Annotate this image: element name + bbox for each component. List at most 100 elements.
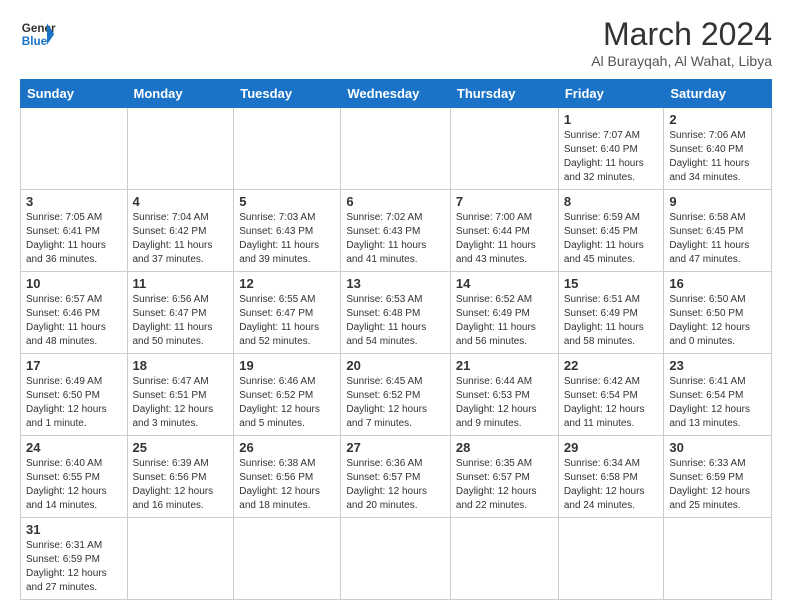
logo: General Blue	[20, 16, 56, 52]
calendar-cell	[127, 518, 234, 600]
calendar-cell	[450, 108, 558, 190]
day-info: Sunrise: 6:41 AMSunset: 6:54 PMDaylight:…	[669, 375, 766, 431]
calendar-week-row: 10 Sunrise: 6:57 AMSunset: 6:46 PMDayligh…	[21, 272, 772, 354]
day-number: 25	[133, 440, 229, 455]
calendar-cell: 8 Sunrise: 6:59 AMSunset: 6:45 PMDaylight…	[558, 190, 664, 272]
day-info: Sunrise: 6:44 AMSunset: 6:53 PMDaylight:…	[456, 375, 553, 431]
calendar-week-row: 31Sunrise: 6:31 AMSunset: 6:59 PMDayligh…	[21, 518, 772, 600]
day-info: Sunrise: 6:56 AMSunset: 6:47 PMDaylight:…	[133, 293, 229, 349]
day-number: 10	[26, 276, 122, 291]
calendar-cell	[341, 108, 451, 190]
day-info: Sunrise: 7:05 AMSunset: 6:41 PMDaylight:…	[26, 211, 122, 267]
day-number: 9	[669, 194, 766, 209]
day-info: Sunrise: 6:34 AMSunset: 6:58 PMDaylight:…	[564, 457, 659, 513]
calendar-cell: 24 Sunrise: 6:40 AMSunset: 6:55 PMDayligh…	[21, 436, 128, 518]
calendar-cell: 4 Sunrise: 7:04 AMSunset: 6:42 PMDaylight…	[127, 190, 234, 272]
calendar-cell: 10 Sunrise: 6:57 AMSunset: 6:46 PMDayligh…	[21, 272, 128, 354]
month-title: March 2024	[591, 16, 772, 53]
day-number: 21	[456, 358, 553, 373]
day-number: 12	[239, 276, 335, 291]
location-subtitle: Al Burayqah, Al Wahat, Libya	[591, 53, 772, 69]
calendar-cell: 22 Sunrise: 6:42 AMSunset: 6:54 PMDayligh…	[558, 354, 664, 436]
day-number: 24	[26, 440, 122, 455]
col-header-thursday: Thursday	[450, 80, 558, 108]
calendar-cell	[234, 518, 341, 600]
day-info: Sunrise: 6:42 AMSunset: 6:54 PMDaylight:…	[564, 375, 659, 431]
day-number: 29	[564, 440, 659, 455]
calendar-cell	[127, 108, 234, 190]
day-info: Sunrise: 7:00 AMSunset: 6:44 PMDaylight:…	[456, 211, 553, 267]
calendar-cell: 9 Sunrise: 6:58 AMSunset: 6:45 PMDaylight…	[664, 190, 772, 272]
day-number: 6	[346, 194, 445, 209]
day-info: Sunrise: 6:36 AMSunset: 6:57 PMDaylight:…	[346, 457, 445, 513]
calendar-cell	[664, 518, 772, 600]
day-number: 13	[346, 276, 445, 291]
title-area: March 2024 Al Burayqah, Al Wahat, Libya	[591, 16, 772, 69]
day-number: 23	[669, 358, 766, 373]
day-number: 14	[456, 276, 553, 291]
calendar-cell: 3 Sunrise: 7:05 AMSunset: 6:41 PMDaylight…	[21, 190, 128, 272]
col-header-wednesday: Wednesday	[341, 80, 451, 108]
day-info: Sunrise: 6:47 AMSunset: 6:51 PMDaylight:…	[133, 375, 229, 431]
day-number: 22	[564, 358, 659, 373]
day-number: 27	[346, 440, 445, 455]
day-number: 26	[239, 440, 335, 455]
day-number: 11	[133, 276, 229, 291]
day-info: Sunrise: 6:35 AMSunset: 6:57 PMDaylight:…	[456, 457, 553, 513]
calendar-cell: 13 Sunrise: 6:53 AMSunset: 6:48 PMDayligh…	[341, 272, 451, 354]
day-number: 7	[456, 194, 553, 209]
calendar-cell	[21, 108, 128, 190]
day-info: Sunrise: 6:33 AMSunset: 6:59 PMDaylight:…	[669, 457, 766, 513]
day-number: 16	[669, 276, 766, 291]
day-info: Sunrise: 7:07 AMSunset: 6:40 PMDaylight:…	[564, 129, 659, 185]
calendar-cell: 26Sunrise: 6:38 AMSunset: 6:56 PMDayligh…	[234, 436, 341, 518]
day-info: Sunrise: 6:52 AMSunset: 6:49 PMDaylight:…	[456, 293, 553, 349]
calendar-cell: 11 Sunrise: 6:56 AMSunset: 6:47 PMDayligh…	[127, 272, 234, 354]
day-number: 4	[133, 194, 229, 209]
col-header-saturday: Saturday	[664, 80, 772, 108]
day-info: Sunrise: 6:53 AMSunset: 6:48 PMDaylight:…	[346, 293, 445, 349]
day-info: Sunrise: 6:46 AMSunset: 6:52 PMDaylight:…	[239, 375, 335, 431]
calendar-week-row: 3 Sunrise: 7:05 AMSunset: 6:41 PMDaylight…	[21, 190, 772, 272]
calendar-cell: 25 Sunrise: 6:39 AMSunset: 6:56 PMDayligh…	[127, 436, 234, 518]
calendar-cell: 30 Sunrise: 6:33 AMSunset: 6:59 PMDayligh…	[664, 436, 772, 518]
calendar-cell	[341, 518, 451, 600]
calendar-cell: 28 Sunrise: 6:35 AMSunset: 6:57 PMDayligh…	[450, 436, 558, 518]
day-info: Sunrise: 6:49 AMSunset: 6:50 PMDaylight:…	[26, 375, 122, 431]
day-number: 28	[456, 440, 553, 455]
calendar-table: SundayMondayTuesdayWednesdayThursdayFrid…	[20, 79, 772, 600]
calendar-cell: 14 Sunrise: 6:52 AMSunset: 6:49 PMDayligh…	[450, 272, 558, 354]
calendar-cell: 6Sunrise: 7:02 AMSunset: 6:43 PMDaylight…	[341, 190, 451, 272]
calendar-cell: 21 Sunrise: 6:44 AMSunset: 6:53 PMDayligh…	[450, 354, 558, 436]
col-header-monday: Monday	[127, 80, 234, 108]
calendar-cell: 15Sunrise: 6:51 AMSunset: 6:49 PMDayligh…	[558, 272, 664, 354]
calendar-week-row: 24 Sunrise: 6:40 AMSunset: 6:55 PMDayligh…	[21, 436, 772, 518]
calendar-cell: 5 Sunrise: 7:03 AMSunset: 6:43 PMDaylight…	[234, 190, 341, 272]
calendar-cell: 1Sunrise: 7:07 AMSunset: 6:40 PMDaylight…	[558, 108, 664, 190]
calendar-cell: 29 Sunrise: 6:34 AMSunset: 6:58 PMDayligh…	[558, 436, 664, 518]
day-info: Sunrise: 6:39 AMSunset: 6:56 PMDaylight:…	[133, 457, 229, 513]
day-number: 31	[26, 522, 122, 537]
day-number: 3	[26, 194, 122, 209]
day-number: 19	[239, 358, 335, 373]
day-number: 5	[239, 194, 335, 209]
col-header-tuesday: Tuesday	[234, 80, 341, 108]
day-number: 8	[564, 194, 659, 209]
day-info: Sunrise: 6:45 AMSunset: 6:52 PMDaylight:…	[346, 375, 445, 431]
day-info: Sunrise: 7:04 AMSunset: 6:42 PMDaylight:…	[133, 211, 229, 267]
calendar-header-row: SundayMondayTuesdayWednesdayThursdayFrid…	[21, 80, 772, 108]
day-info: Sunrise: 7:03 AMSunset: 6:43 PMDaylight:…	[239, 211, 335, 267]
calendar-cell: 17Sunrise: 6:49 AMSunset: 6:50 PMDayligh…	[21, 354, 128, 436]
calendar-cell: 7 Sunrise: 7:00 AMSunset: 6:44 PMDaylight…	[450, 190, 558, 272]
day-info: Sunrise: 6:59 AMSunset: 6:45 PMDaylight:…	[564, 211, 659, 267]
calendar-cell: 31Sunrise: 6:31 AMSunset: 6:59 PMDayligh…	[21, 518, 128, 600]
day-info: Sunrise: 6:40 AMSunset: 6:55 PMDaylight:…	[26, 457, 122, 513]
day-info: Sunrise: 6:57 AMSunset: 6:46 PMDaylight:…	[26, 293, 122, 349]
svg-text:Blue: Blue	[22, 35, 48, 48]
day-info: Sunrise: 6:50 AMSunset: 6:50 PMDaylight:…	[669, 293, 766, 349]
logo-icon: General Blue	[20, 16, 56, 52]
day-number: 2	[669, 112, 766, 127]
day-number: 30	[669, 440, 766, 455]
day-info: Sunrise: 6:51 AMSunset: 6:49 PMDaylight:…	[564, 293, 659, 349]
day-info: Sunrise: 6:58 AMSunset: 6:45 PMDaylight:…	[669, 211, 766, 267]
